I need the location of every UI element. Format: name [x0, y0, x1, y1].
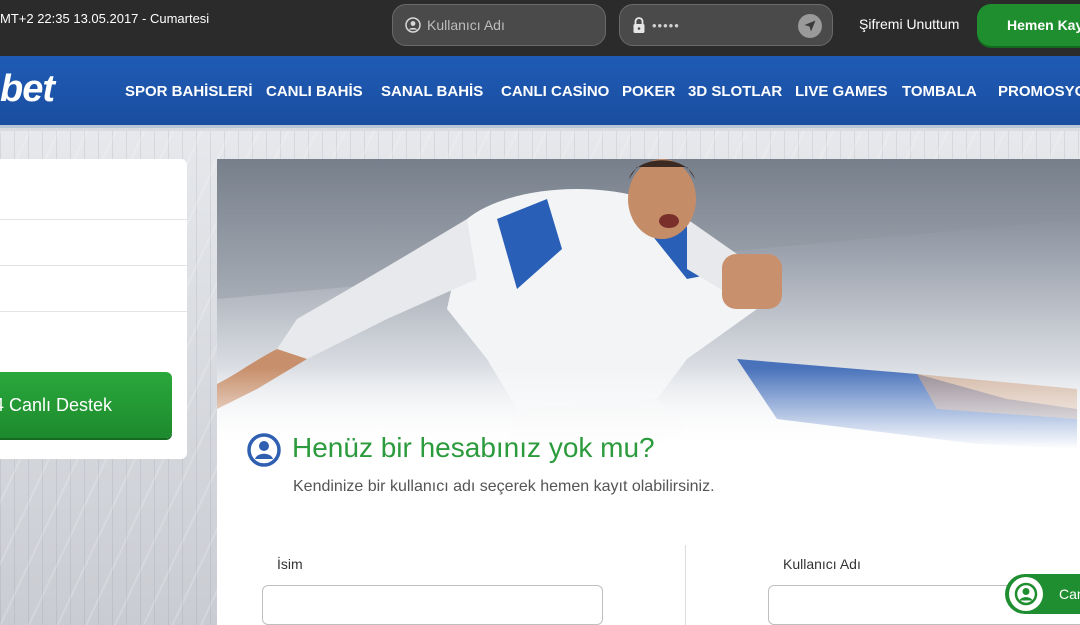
main-navigation: bet SPOR BAHİSLERİ CANLI BAHİS SANAL BAH…	[0, 56, 1080, 128]
register-now-button[interactable]: Hemen Kayıt	[977, 4, 1080, 46]
nav-item-promosyonlar[interactable]: PROMOSYO	[998, 83, 1080, 100]
login-submit-icon[interactable]	[798, 14, 822, 38]
user-icon	[405, 17, 421, 33]
side-menu-divider	[0, 311, 187, 312]
side-menu-divider	[0, 265, 187, 266]
site-logo[interactable]: bet	[0, 68, 55, 111]
footballer-illustration	[217, 159, 1080, 449]
nav-item-spor-bahisleri[interactable]: SPOR BAHİSLERİ	[125, 83, 253, 100]
username-login-field[interactable]: Kullanıcı Adı	[392, 4, 606, 46]
form-title: Henüz bir hesabınız yok mu?	[292, 432, 655, 463]
user-circle-icon	[247, 433, 281, 472]
lock-icon	[632, 16, 646, 34]
live-chat-widget[interactable]: Can	[1005, 574, 1080, 614]
form-column-divider	[685, 545, 686, 625]
top-bar: MT+2 22:35 13.05.2017 - Cumartesi Kullan…	[0, 0, 1080, 56]
registration-hero	[217, 159, 1080, 625]
password-login-field[interactable]: •••••	[619, 4, 833, 46]
chat-avatar-icon	[1009, 577, 1043, 611]
username-login-placeholder: Kullanıcı Adı	[427, 17, 505, 33]
nav-item-live-games[interactable]: LIVE GAMES	[795, 83, 888, 100]
name-field-label: İsim	[277, 556, 303, 572]
live-support-button[interactable]: 4 Canlı Destek	[0, 372, 172, 438]
nav-item-poker[interactable]: POKER	[622, 83, 675, 100]
forgot-password-link[interactable]: Şifremi Unuttum	[859, 16, 959, 32]
nav-item-sanal-bahis[interactable]: SANAL BAHİS	[381, 83, 483, 100]
nav-item-canli-bahis[interactable]: CANLI BAHİS	[266, 83, 363, 100]
form-subtitle: Kendinize bir kullanıcı adı seçerek heme…	[293, 478, 715, 495]
name-input[interactable]	[262, 585, 603, 625]
live-chat-label: Can	[1059, 586, 1080, 602]
nav-item-3d-slotlar[interactable]: 3D SLOTLAR	[688, 83, 782, 100]
server-datetime: MT+2 22:35 13.05.2017 - Cumartesi	[0, 11, 210, 26]
nav-item-tombala[interactable]: TOMBALA	[902, 83, 977, 100]
live-support-label: 4 Canlı Destek	[0, 395, 113, 415]
password-login-value: •••••	[652, 17, 680, 33]
nav-item-canli-casino[interactable]: CANLI CASİNO	[501, 83, 609, 100]
side-menu-divider	[0, 219, 187, 220]
username-field-label: Kullanıcı Adı	[783, 556, 861, 572]
